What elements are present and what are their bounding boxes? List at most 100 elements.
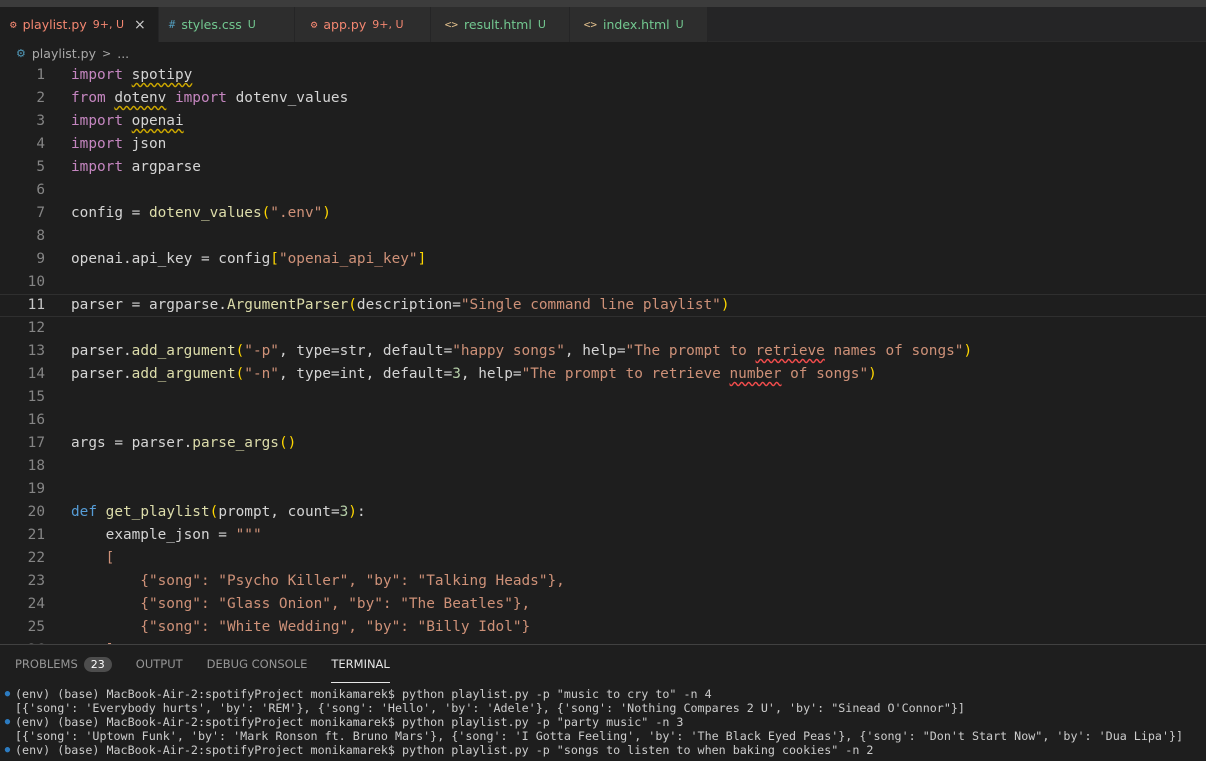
python-file-icon: ⚙ — [16, 46, 26, 60]
code-line[interactable]: 14 parser.add_argument("-n", type=int, de… — [0, 363, 1206, 386]
code-editor[interactable]: 1 import spotipy 2 from dotenv import doten… — [0, 64, 1206, 644]
code-token: () — [278, 435, 297, 451]
code-token: , help= — [564, 343, 626, 359]
code-line[interactable]: 17 args = parser.parse_args() — [0, 432, 1206, 455]
python-file-icon: ⚙ — [310, 18, 318, 31]
tab-playlist-py[interactable]: ⚙ playlist.py 9+, U × — [0, 7, 159, 42]
code-token: {"song": "Psycho Killer", "by": "Talking… — [71, 573, 565, 589]
code-line[interactable]: 3 import openai — [0, 110, 1206, 133]
code-token: {"song": "White Wedding", "by": "Billy I… — [71, 619, 531, 635]
code-text: parser = argparse.ArgumentParser(descrip… — [45, 294, 729, 317]
tab-output[interactable]: OUTPUT — [136, 645, 183, 683]
terminal-text: (env) (base) MacBook-Air-2:spotifyProjec… — [15, 715, 684, 729]
line-number: 1 — [36, 67, 45, 83]
line-number: 20 — [27, 504, 45, 520]
code-line[interactable]: 23 {"song": "Psycho Killer", "by": "Talk… — [0, 570, 1206, 593]
code-line[interactable]: 7 config = dotenv_values(".env") — [0, 202, 1206, 225]
code-token: {"song": "Glass Onion", "by": "The Beatl… — [71, 596, 531, 612]
command-status-dot-icon[interactable]: ● — [0, 743, 15, 757]
code-line[interactable]: 11 parser = argparse.ArgumentParser(descr… — [0, 294, 1206, 317]
tab-terminal[interactable]: TERMINAL — [331, 645, 390, 683]
code-text: {"song": "White Wedding", "by": "Billy I… — [45, 616, 530, 639]
bottom-panel: PROBLEMS 23 OUTPUT DEBUG CONSOLE TERMINA… — [0, 644, 1206, 761]
tab-label: index.html — [603, 17, 670, 32]
code-line[interactable]: 15 — [0, 386, 1206, 409]
tab-styles-css[interactable]: # styles.css U — [158, 7, 295, 42]
code-token: config = — [71, 205, 149, 221]
line-number: 23 — [27, 573, 45, 589]
code-token: ( — [209, 504, 219, 520]
code-line[interactable]: 6 — [0, 179, 1206, 202]
code-token: "happy songs" — [452, 343, 565, 359]
code-token: import — [174, 90, 227, 106]
code-line[interactable]: 25 {"song": "White Wedding", "by": "Bill… — [0, 616, 1206, 639]
code-token: dotenv_values — [148, 205, 262, 221]
tab-result-html[interactable]: <> result.html U — [430, 7, 570, 42]
code-token: ] — [417, 251, 427, 267]
code-line[interactable]: 9 openai.api_key = config["openai_api_key… — [0, 248, 1206, 271]
tab-label: app.py — [323, 17, 367, 32]
code-line[interactable]: 16 — [0, 409, 1206, 432]
window-top-strip — [0, 0, 1206, 7]
terminal-line: [{'song': 'Everybody hurts', 'by': 'REM'… — [0, 701, 1206, 715]
code-line[interactable]: 12 — [0, 317, 1206, 340]
html-file-icon: <> — [583, 18, 598, 31]
tab-label: PROBLEMS — [15, 657, 78, 671]
tab-index-html[interactable]: <> index.html U — [569, 7, 708, 42]
line-number: 21 — [27, 527, 45, 543]
code-line[interactable]: 4 import json — [0, 133, 1206, 156]
code-text: from dotenv import dotenv_values — [45, 87, 348, 110]
line-number: 4 — [36, 136, 45, 152]
code-token: "Single command line playlist" — [460, 297, 721, 313]
code-line[interactable]: 13 parser.add_argument("-p", type=str, de… — [0, 340, 1206, 363]
terminal-line: [{'song': 'Uptown Funk', 'by': 'Mark Ron… — [0, 729, 1206, 743]
code-token: "The prompt to — [625, 343, 756, 359]
code-token: example_json = — [71, 527, 236, 543]
close-icon[interactable]: × — [134, 17, 146, 33]
line-number: 22 — [27, 550, 45, 566]
code-line[interactable]: 1 import spotipy — [0, 64, 1206, 87]
terminal-text: [{'song': 'Uptown Funk', 'by': 'Mark Ron… — [15, 729, 1184, 743]
code-line[interactable]: 20 def get_playlist(prompt, count=3): — [0, 501, 1206, 524]
code-line[interactable]: 18 — [0, 455, 1206, 478]
line-number: 16 — [27, 412, 45, 428]
line-number: 15 — [27, 389, 45, 405]
code-line[interactable]: 5 import argparse — [0, 156, 1206, 179]
breadcrumb-file[interactable]: playlist.py — [32, 46, 96, 61]
code-token: : — [356, 504, 366, 520]
html-file-icon: <> — [444, 18, 459, 31]
command-status-dot-icon[interactable]: ● — [0, 687, 15, 701]
code-text: {"song": "Psycho Killer", "by": "Talking… — [45, 570, 565, 593]
code-token: get_playlist — [105, 504, 210, 520]
line-number: 25 — [27, 619, 45, 635]
line-number: 7 — [36, 205, 45, 221]
code-line[interactable]: 24 {"song": "Glass Onion", "by": "The Be… — [0, 593, 1206, 616]
code-token: , help= — [460, 366, 522, 382]
line-number: 10 — [27, 274, 45, 290]
code-line[interactable]: 22 [ — [0, 547, 1206, 570]
code-token: dotenv — [114, 90, 167, 106]
code-token: ( — [348, 297, 357, 313]
code-token: of songs" — [781, 366, 869, 382]
breadcrumb-symbols[interactable]: ... — [117, 46, 129, 61]
code-line[interactable]: 2 from dotenv import dotenv_values — [0, 87, 1206, 110]
code-token: 3 — [339, 504, 349, 520]
terminal-output[interactable]: ● (env) (base) MacBook-Air-2:spotifyProje… — [0, 683, 1206, 757]
command-status-dot-icon[interactable]: ● — [0, 715, 15, 729]
line-number: 6 — [36, 182, 45, 198]
code-line[interactable]: 19 — [0, 478, 1206, 501]
line-number: 13 — [27, 343, 45, 359]
code-line[interactable]: 21 example_json = """ — [0, 524, 1206, 547]
tab-status: U — [537, 18, 546, 31]
line-number: 11 — [27, 297, 45, 313]
code-text: args = parser.parse_args() — [45, 432, 296, 455]
code-line[interactable]: 8 — [0, 225, 1206, 248]
command-status-dot-icon — [0, 729, 15, 743]
tab-debug-console[interactable]: DEBUG CONSOLE — [207, 645, 308, 683]
code-line[interactable]: 10 — [0, 271, 1206, 294]
tab-app-py[interactable]: ⚙ app.py 9+, U — [294, 7, 431, 42]
tab-label: TERMINAL — [331, 656, 390, 671]
tab-problems[interactable]: PROBLEMS 23 — [15, 645, 112, 683]
